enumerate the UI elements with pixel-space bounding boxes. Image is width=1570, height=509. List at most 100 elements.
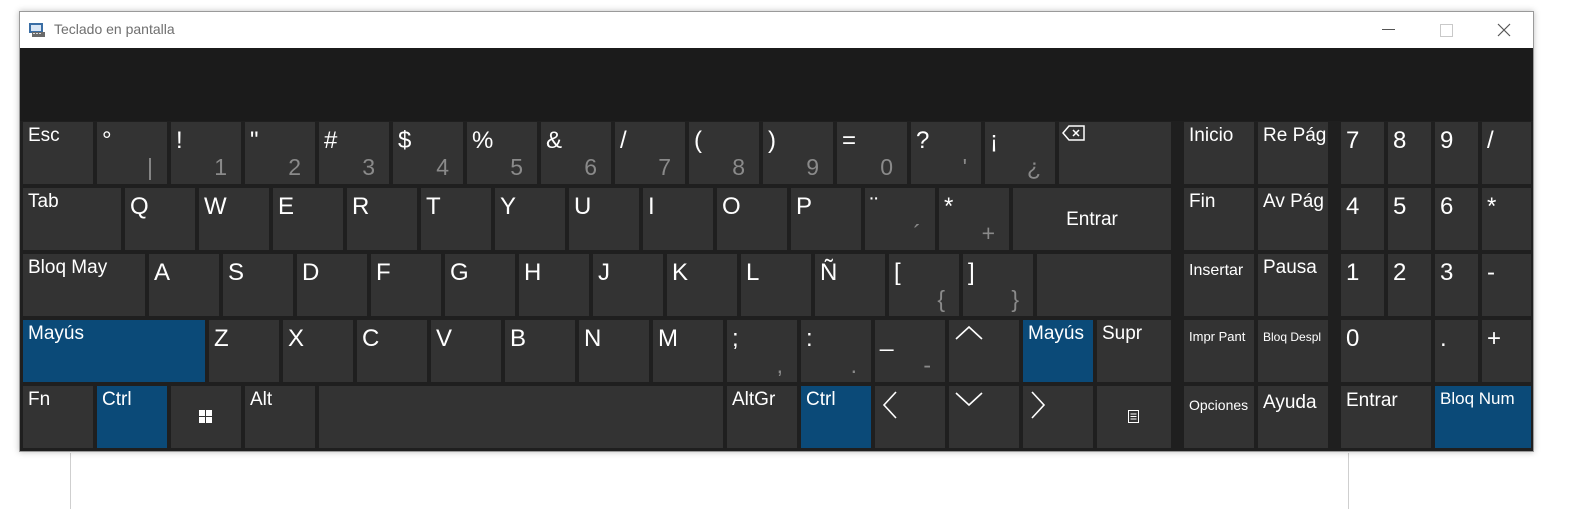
key-c[interactable]: C	[357, 320, 427, 382]
key-y[interactable]: Y	[495, 188, 565, 250]
key-num-plus[interactable]: +	[1482, 320, 1531, 382]
key-4[interactable]: #3	[319, 122, 389, 184]
key-num-minus[interactable]: -	[1482, 254, 1531, 316]
key-g[interactable]: G	[445, 254, 515, 316]
key-9[interactable]: (8	[689, 122, 759, 184]
key-h[interactable]: H	[519, 254, 589, 316]
key-t[interactable]: T	[421, 188, 491, 250]
key-num-divide[interactable]: /	[1482, 122, 1531, 184]
key-num9[interactable]: 9	[1435, 122, 1478, 184]
key-num6[interactable]: 6	[1435, 188, 1478, 250]
key-num5[interactable]: 5	[1388, 188, 1431, 250]
key-numlock[interactable]: Bloq Num	[1435, 386, 1531, 448]
key-num-decimal[interactable]: .	[1435, 320, 1478, 382]
key-altgr[interactable]: AltGr	[727, 386, 797, 448]
key-question[interactable]: ? '	[911, 122, 981, 184]
key-m[interactable]: M	[653, 320, 723, 382]
key-bracket-close[interactable]: ]}	[963, 254, 1033, 316]
key-pgdn[interactable]: Av Pág	[1258, 188, 1328, 250]
key-arrow-up[interactable]	[949, 320, 1019, 382]
key-semicolon[interactable]: ;,	[727, 320, 797, 382]
key-s[interactable]: S	[223, 254, 293, 316]
key-7[interactable]: & 6	[541, 122, 611, 184]
key-arrow-left[interactable]	[875, 386, 945, 448]
key-f[interactable]: F	[371, 254, 441, 316]
key-o[interactable]: O	[717, 188, 787, 250]
key-ctrl-right[interactable]: Ctrl	[801, 386, 871, 448]
key-scrolllock[interactable]: Bloq Despl	[1258, 320, 1328, 382]
maximize-button[interactable]	[1417, 12, 1475, 48]
minimize-button[interactable]	[1359, 12, 1417, 48]
key-label: 0	[1346, 325, 1360, 352]
key-num1[interactable]: 1	[1341, 254, 1384, 316]
key-a[interactable]: A	[149, 254, 219, 316]
key-help[interactable]: Ayuda	[1258, 386, 1328, 448]
key-1[interactable]: ° |	[97, 122, 167, 184]
key-pause[interactable]: Pausa	[1258, 254, 1328, 316]
key-l[interactable]: L	[741, 254, 811, 316]
key-inverted-exclamation[interactable]: ¡ ¿	[985, 122, 1055, 184]
key-k[interactable]: K	[667, 254, 737, 316]
key-i[interactable]: I	[643, 188, 713, 250]
key-num-enter[interactable]: Entrar	[1341, 386, 1431, 448]
key-b[interactable]: B	[505, 320, 575, 382]
key-tab[interactable]: Tab	[23, 188, 121, 250]
key-insert[interactable]: Insertar	[1184, 254, 1254, 316]
title-bar[interactable]: Teclado en pantalla	[20, 12, 1533, 48]
key-3[interactable]: " 2	[245, 122, 315, 184]
key-shift-left[interactable]: Mayús	[23, 320, 205, 382]
key-windows[interactable]	[171, 386, 241, 448]
key-x[interactable]: X	[283, 320, 353, 382]
key-alt[interactable]: Alt	[245, 386, 315, 448]
key-colon[interactable]: :.	[801, 320, 871, 382]
key-options[interactable]: Opciones	[1184, 386, 1254, 448]
key-v[interactable]: V	[431, 320, 501, 382]
key-p[interactable]: P	[791, 188, 861, 250]
key-ctrl-left[interactable]: Ctrl	[97, 386, 167, 448]
key-underscore[interactable]: _ -	[875, 320, 945, 382]
key-arrow-right[interactable]	[1023, 386, 1093, 448]
key-num4[interactable]: 4	[1341, 188, 1384, 250]
key-context-menu[interactable]	[1097, 386, 1171, 448]
key-enter[interactable]: Entrar	[1013, 188, 1171, 250]
key-e[interactable]: E	[273, 188, 343, 250]
key-end[interactable]: Fin	[1184, 188, 1254, 250]
close-button[interactable]	[1475, 12, 1533, 48]
key-shift-right[interactable]: Mayús	[1023, 320, 1093, 382]
key-space[interactable]	[319, 386, 723, 448]
key-d[interactable]: D	[297, 254, 367, 316]
key-num7[interactable]: 7	[1341, 122, 1384, 184]
key-diaeresis[interactable]: ¨ ´	[865, 188, 935, 250]
key-backspace[interactable]	[1059, 122, 1171, 184]
key-w[interactable]: W	[199, 188, 269, 250]
key-delete[interactable]: Supr	[1097, 320, 1171, 382]
key-6[interactable]: % 5	[467, 122, 537, 184]
key-printscreen[interactable]: Impr Pant	[1184, 320, 1254, 382]
key-arrow-down[interactable]	[949, 386, 1019, 448]
key-8[interactable]: /7	[615, 122, 685, 184]
key-z[interactable]: Z	[209, 320, 279, 382]
key-asterisk[interactable]: * +	[939, 188, 1009, 250]
key-q[interactable]: Q	[125, 188, 195, 250]
key-2[interactable]: ! 1	[171, 122, 241, 184]
key-equals[interactable]: = 0	[837, 122, 907, 184]
key-pgup[interactable]: Re Pág	[1258, 122, 1328, 184]
key-capslock[interactable]: Bloq May	[23, 254, 145, 316]
key-fn[interactable]: Fn	[23, 386, 93, 448]
key-n[interactable]: N	[579, 320, 649, 382]
key-bracket-open[interactable]: [{	[889, 254, 959, 316]
key-esc[interactable]: Esc	[23, 122, 93, 184]
key-num8[interactable]: 8	[1388, 122, 1431, 184]
key-j[interactable]: J	[593, 254, 663, 316]
key-enye[interactable]: Ñ	[815, 254, 885, 316]
key-0-paren[interactable]: ) 9	[763, 122, 833, 184]
key-u[interactable]: U	[569, 188, 639, 250]
key-num0[interactable]: 0	[1341, 320, 1431, 382]
key-5[interactable]: $4	[393, 122, 463, 184]
key-home[interactable]: Inicio	[1184, 122, 1254, 184]
key-enter-lower[interactable]	[1037, 254, 1171, 316]
key-num-multiply[interactable]: *	[1482, 188, 1531, 250]
key-num3[interactable]: 3	[1435, 254, 1478, 316]
key-num2[interactable]: 2	[1388, 254, 1431, 316]
key-r[interactable]: R	[347, 188, 417, 250]
